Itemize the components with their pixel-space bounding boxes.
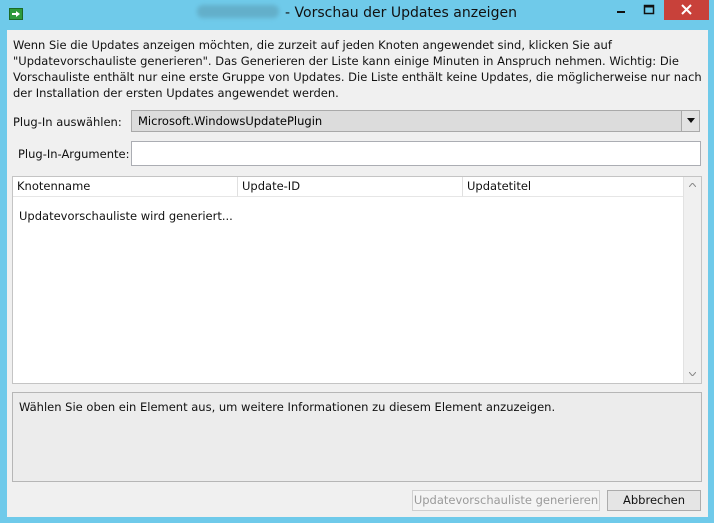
maximize-button[interactable] [636, 0, 662, 20]
plugin-select[interactable]: Microsoft.WindowsUpdatePlugin [131, 110, 700, 132]
plugin-select-value: Microsoft.WindowsUpdatePlugin [138, 114, 323, 128]
column-header-node-name[interactable]: Knotenname [13, 177, 238, 197]
plugin-label: Plug-In auswählen: [13, 115, 122, 129]
generate-preview-button[interactable]: Updatevorschauliste generieren [412, 490, 600, 511]
title-bar[interactable]: - Vorschau der Updates anzeigen [0, 0, 714, 29]
detail-panel: Wählen Sie oben ein Element aus, um weit… [12, 392, 702, 482]
minimize-icon [617, 11, 625, 13]
column-header-update-id[interactable]: Update-ID [238, 177, 463, 197]
redacted-host-name [197, 5, 280, 18]
maximize-icon [643, 4, 655, 15]
scroll-up-button[interactable] [684, 177, 701, 194]
scroll-down-button[interactable] [684, 366, 701, 383]
dialog-window: - Vorschau der Updates anzeigen Wenn Sie… [0, 0, 714, 523]
description-text: Wenn Sie die Updates anzeigen möchten, d… [13, 38, 702, 100]
plugin-args-label: Plug-In-Argumente: [18, 147, 130, 161]
detail-text: Wählen Sie oben ein Element aus, um weit… [19, 400, 556, 414]
chevron-down-icon [686, 118, 695, 123]
list-status-text: Updatevorschauliste wird generiert... [19, 209, 233, 223]
window-title: - Vorschau der Updates anzeigen [0, 5, 714, 21]
close-button[interactable] [664, 0, 709, 20]
cancel-button[interactable]: Abbrechen [607, 490, 701, 511]
close-icon [681, 4, 692, 15]
dialog-client-area: Wenn Sie die Updates anzeigen möchten, d… [7, 30, 708, 517]
chevron-up-icon [689, 183, 696, 187]
list-vertical-scrollbar[interactable] [683, 177, 701, 383]
plugin-args-input[interactable] [131, 141, 701, 166]
dropdown-arrow-button[interactable] [681, 111, 699, 131]
update-preview-list[interactable]: Knotenname Update-ID Updatetitel Updatev… [12, 176, 702, 384]
chevron-down-icon [689, 372, 696, 376]
window-title-text: - Vorschau der Updates anzeigen [285, 5, 517, 21]
column-header-update-title[interactable]: Updatetitel [463, 177, 684, 197]
minimize-button[interactable] [608, 0, 634, 20]
